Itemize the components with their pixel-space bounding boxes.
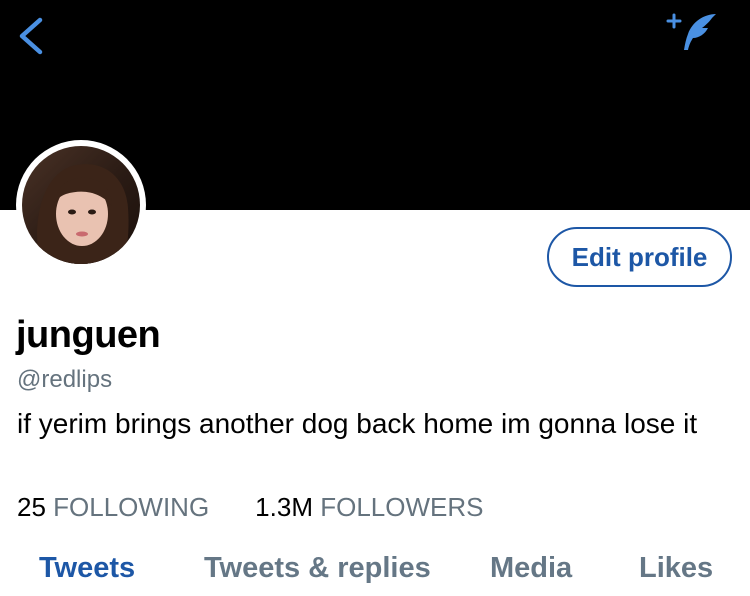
following-label: FOLLOWING [53,492,210,522]
tab-media[interactable]: Media [490,552,572,585]
compose-tweet-button[interactable] [664,8,724,56]
following-stat[interactable]: 25 FOLLOWING [17,492,209,523]
profile-avatar[interactable] [16,140,146,270]
avatar-photo [22,146,140,264]
tab-tweets[interactable]: Tweets [39,552,135,585]
tab-tweets-and-replies[interactable]: Tweets & replies [204,552,431,585]
display-name: junguen [16,314,161,356]
quill-plus-icon [666,13,716,50]
edit-profile-button[interactable]: Edit profile [547,227,732,287]
following-count: 25 [17,492,46,522]
profile-bio: if yerim brings another dog back home im… [17,408,698,439]
user-handle: @redlips [17,366,113,393]
followers-count: 1.3M [255,492,313,522]
chevron-left-icon [19,17,43,55]
profile-tabs: Tweets Tweets & replies Media Likes [0,552,750,596]
followers-stat[interactable]: 1.3M FOLLOWERS [255,492,483,523]
back-button[interactable] [14,14,48,58]
followers-label: FOLLOWERS [320,492,484,522]
profile-stats: 25 FOLLOWING 1.3M FOLLOWERS [17,492,483,523]
tab-likes[interactable]: Likes [639,552,713,585]
